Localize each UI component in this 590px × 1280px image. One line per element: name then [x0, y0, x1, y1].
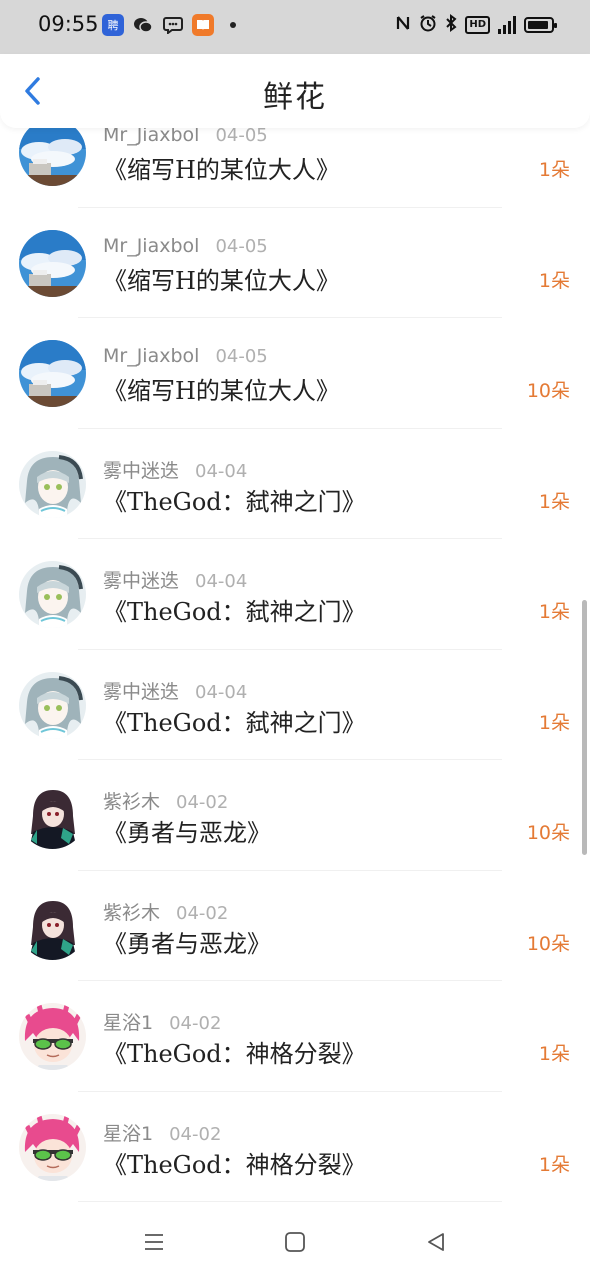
notification-icons: 聘: [102, 14, 236, 36]
job-app-icon: 聘: [102, 14, 124, 36]
scrollbar[interactable]: [582, 600, 587, 855]
back-triangle-icon: [428, 1233, 444, 1251]
work-title[interactable]: 《TheGod：弑神之门》: [103, 703, 366, 738]
user-name[interactable]: 星浴1: [103, 1008, 153, 1035]
system-navigation-bar: [0, 1205, 590, 1280]
date: 04-02: [169, 1123, 222, 1145]
flower-amount: 1朵: [538, 159, 570, 181]
signal-4g-icon: [498, 16, 516, 34]
work-title[interactable]: 《TheGod：弑神之门》: [103, 482, 366, 517]
bluetooth-icon: [445, 14, 457, 36]
menu-icon: [145, 1234, 163, 1250]
battery-icon: [524, 17, 557, 33]
page-title: 鲜花: [263, 80, 327, 115]
avatar[interactable]: [19, 782, 86, 849]
user-name[interactable]: 紫衫木: [103, 898, 160, 925]
flower-amount: 1朵: [538, 711, 570, 734]
flower-amount: 10朵: [526, 380, 570, 402]
date: 04-02: [169, 1013, 222, 1034]
home-square-icon: [285, 1232, 305, 1252]
flower-amount: 10朵: [526, 822, 570, 844]
more-notifications-dot: [230, 22, 236, 28]
avatar[interactable]: [19, 229, 86, 297]
date: 04-05: [215, 346, 268, 367]
list-item[interactable]: Mr_Jiaxbol 04-05 《缩写H的某位大人》 1朵: [0, 208, 590, 318]
date: 04-02: [176, 792, 229, 813]
work-title[interactable]: 《缩写H的某位大人》: [103, 371, 340, 406]
avatar[interactable]: [19, 671, 86, 739]
user-name[interactable]: 紫衫木: [103, 787, 160, 814]
flower-amount: 1朵: [538, 269, 570, 292]
work-title[interactable]: 《缩写H的某位大人》: [103, 261, 340, 296]
avatar[interactable]: [19, 1114, 86, 1181]
date: 04-05: [215, 235, 268, 257]
book-app-icon: [192, 14, 214, 36]
user-name[interactable]: 雾中迷迭: [103, 566, 179, 593]
user-name[interactable]: Mr_Jiaxbol: [103, 235, 199, 257]
menu-button[interactable]: [142, 1230, 166, 1254]
work-title[interactable]: 《TheGod：神格分裂》: [103, 1145, 366, 1180]
work-title[interactable]: 《勇者与恶龙》: [103, 924, 271, 959]
wechat-icon: [132, 14, 154, 36]
user-name[interactable]: 雾中迷迭: [103, 677, 179, 704]
work-title[interactable]: 《缩写H的某位大人》: [103, 150, 340, 185]
list-item[interactable]: 雾中迷迭 04-04 《TheGod：弑神之门》 1朵: [0, 429, 590, 539]
list-item[interactable]: 星浴1 04-02 《TheGod：神格分裂》 1朵: [0, 981, 590, 1092]
home-button[interactable]: [283, 1230, 307, 1254]
system-back-button[interactable]: [424, 1230, 448, 1254]
flower-amount: 1朵: [538, 1043, 570, 1065]
avatar[interactable]: [19, 340, 86, 407]
flower-list: Mr_Jiaxbol 04-05 《缩写H的某位大人》 1朵 Mr_Jiaxbol…: [0, 97, 590, 1202]
list-item[interactable]: 紫衫木 04-02 《勇者与恶龙》 10朵: [0, 871, 590, 981]
list-item[interactable]: 雾中迷迭 04-04 《TheGod：弑神之门》 1朵: [0, 539, 590, 650]
date: 04-05: [215, 125, 268, 146]
status-right-icons: HD: [395, 14, 557, 36]
divider: [78, 1201, 502, 1202]
flower-amount: 1朵: [538, 490, 570, 513]
status-bar: 09:55 聘 HD: [0, 0, 590, 54]
list-item[interactable]: 雾中迷迭 04-04 《TheGod：弑神之门》 1朵: [0, 650, 590, 760]
flower-amount: 1朵: [538, 601, 570, 623]
avatar[interactable]: [19, 561, 86, 628]
avatar[interactable]: [19, 1003, 86, 1070]
user-name[interactable]: 星浴1: [103, 1119, 153, 1146]
message-icon: [162, 14, 184, 36]
date: 04-02: [176, 902, 229, 924]
nfc-icon: [395, 14, 411, 36]
flower-amount: 10朵: [526, 932, 570, 955]
user-name[interactable]: 雾中迷迭: [103, 456, 179, 483]
list-item[interactable]: 紫衫木 04-02 《勇者与恶龙》 10朵: [0, 760, 590, 871]
flower-amount: 1朵: [538, 1153, 570, 1176]
avatar[interactable]: [19, 892, 86, 960]
status-time: 09:55: [38, 12, 99, 36]
work-title[interactable]: 《TheGod：神格分裂》: [103, 1034, 366, 1069]
alarm-icon: [419, 14, 437, 36]
date: 04-04: [195, 460, 248, 482]
list-item[interactable]: 星浴1 04-02 《TheGod：神格分裂》 1朵: [0, 1092, 590, 1202]
work-title[interactable]: 《勇者与恶龙》: [103, 813, 271, 848]
header: 鲜花: [0, 54, 590, 128]
hd-icon: HD: [465, 16, 490, 34]
user-name[interactable]: Mr_Jiaxbol: [103, 345, 199, 367]
list-item[interactable]: Mr_Jiaxbol 04-05 《缩写H的某位大人》 10朵: [0, 318, 590, 429]
avatar[interactable]: [19, 119, 86, 186]
work-title[interactable]: 《TheGod：弑神之门》: [103, 592, 366, 627]
date: 04-04: [195, 571, 248, 592]
avatar[interactable]: [19, 450, 86, 518]
date: 04-04: [195, 681, 248, 703]
